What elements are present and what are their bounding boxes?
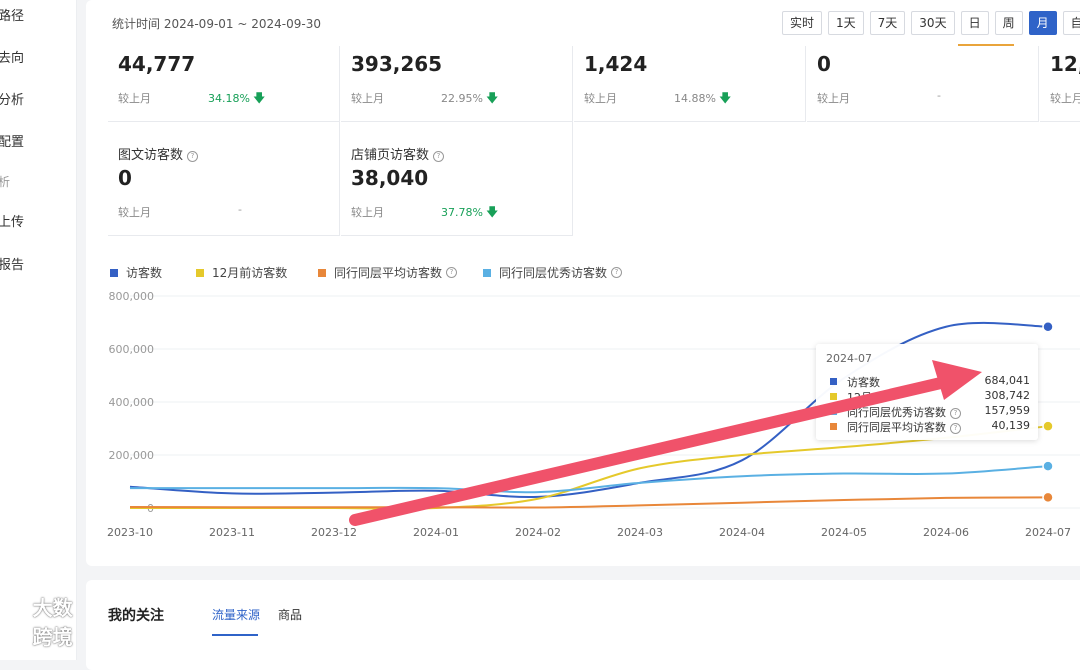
visitor-trend-chart: 800,000600,000400,000200,0000 2023-10 202… bbox=[107, 290, 1080, 539]
series-point bbox=[1042, 491, 1054, 504]
chart-tooltip: 2024-07 访客数 684,041 12月 308,742 同行同层优秀访客… bbox=[816, 344, 1038, 440]
y-tick-label: 200,000 bbox=[109, 449, 155, 462]
tooltip-row: 同行同层优秀访客数? 157,959 bbox=[830, 404, 1030, 420]
x-tick-label: 2024-04 bbox=[719, 526, 765, 539]
x-tick-label: 2023-12 bbox=[311, 526, 357, 539]
tab-traffic-source[interactable]: 流量来源 bbox=[212, 606, 260, 623]
x-tick-label: 2024-02 bbox=[515, 526, 561, 539]
x-tick-label: 2024-05 bbox=[821, 526, 867, 539]
x-tick-label: 2024-01 bbox=[413, 526, 459, 539]
help-icon: ? bbox=[950, 423, 961, 434]
tooltip-title: 2024-07 bbox=[826, 352, 872, 365]
series-point bbox=[1042, 460, 1054, 472]
series-line bbox=[129, 496, 1049, 509]
active-tab-indicator bbox=[212, 634, 258, 636]
tooltip-row: 12月 308,742 bbox=[830, 389, 1030, 405]
y-tick-label: 600,000 bbox=[109, 343, 155, 356]
series-line bbox=[130, 465, 1049, 494]
x-tick-label: 2024-06 bbox=[923, 526, 969, 539]
tooltip-row: 访客数 684,041 bbox=[830, 374, 1030, 390]
x-tick-label: 2023-11 bbox=[209, 526, 255, 539]
tab-products[interactable]: 商品 bbox=[278, 606, 302, 623]
help-icon: ? bbox=[950, 408, 961, 419]
series-point bbox=[1042, 420, 1054, 432]
x-tick-label: 2024-03 bbox=[617, 526, 663, 539]
y-tick-label: 800,000 bbox=[109, 290, 155, 303]
series-point bbox=[1042, 320, 1054, 333]
tooltip-row: 同行同层平均访客数? 40,139 bbox=[830, 419, 1030, 435]
x-tick-label: 2023-10 bbox=[107, 526, 153, 539]
x-tick-label: 2024-07 bbox=[1025, 526, 1071, 539]
my-follow-title: 我的关注 bbox=[108, 608, 164, 624]
y-tick-label: 400,000 bbox=[109, 396, 155, 409]
